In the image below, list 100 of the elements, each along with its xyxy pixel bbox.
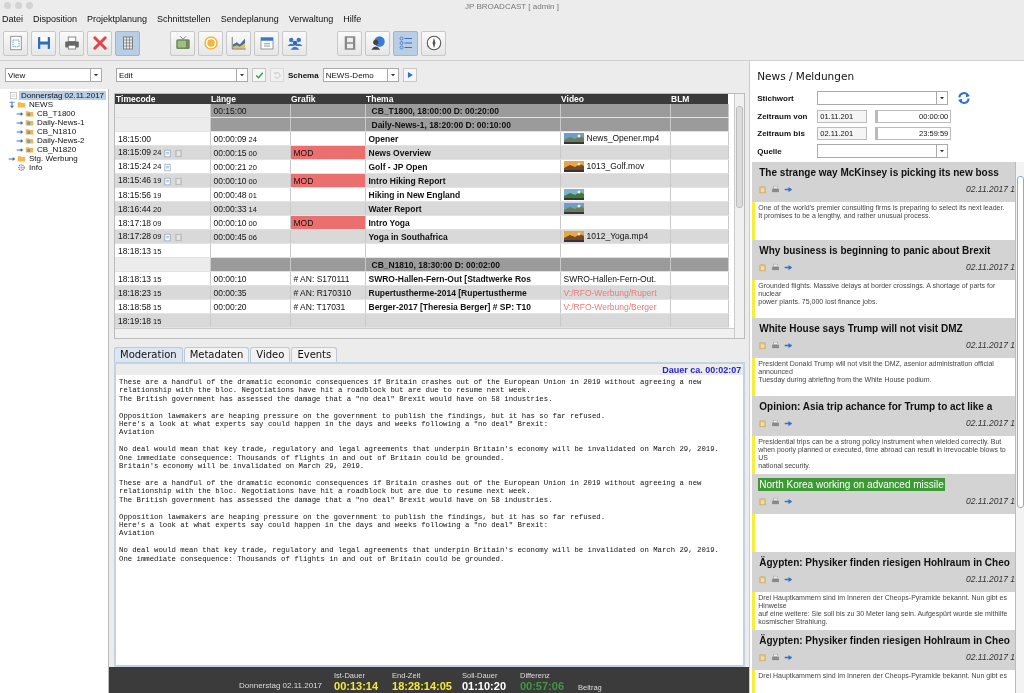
timecode: 18:18:58 [118, 301, 152, 312]
filter-dropdown[interactable] [817, 91, 949, 105]
column-header[interactable]: BLM [670, 94, 728, 104]
tree-item[interactable]: Stg. Werbung [27, 154, 80, 163]
menu-item[interactable]: Schnittstellen [156, 14, 212, 24]
toolbar-button[interactable] [393, 30, 418, 56]
tree-item[interactable]: Daily-News-2 [35, 136, 87, 145]
table-cell: Hiking in New England [365, 187, 560, 202]
clipboard-icon[interactable] [758, 262, 768, 272]
film-strip-icon[interactable] [174, 176, 184, 186]
tree-item[interactable]: CB_T1800 [35, 109, 78, 118]
timecode: 18:18:13 [118, 245, 152, 256]
column-header[interactable]: Grafik [290, 94, 365, 104]
edit-dropdown[interactable]: Edit [116, 68, 248, 82]
column-header[interactable]: Timecode [115, 94, 210, 104]
horizontal-scrollbar[interactable] [115, 328, 735, 338]
printer-icon[interactable] [771, 574, 781, 584]
news-header[interactable]: North Korea working on advanced missile 02.11.2017 1 [752, 474, 1015, 514]
printer-icon[interactable] [771, 418, 781, 428]
vertical-scrollbar[interactable] [1015, 162, 1024, 693]
caret-icon [938, 94, 947, 102]
document-folder-icon [25, 136, 34, 145]
document-icon[interactable] [163, 232, 173, 242]
folder-icon [17, 154, 26, 163]
news-header[interactable]: White House says Trump will not visit DMZ 02.11.2017 1 [752, 318, 1015, 358]
tree-item[interactable]: CB_N1810 [35, 127, 79, 136]
column-header[interactable]: Thema [365, 94, 560, 104]
timecode: 18:15:09 [118, 147, 152, 158]
printer-icon[interactable] [771, 652, 781, 662]
tab[interactable]: Video [250, 347, 291, 362]
tab[interactable]: Events [291, 347, 338, 362]
toolbar-button[interactable] [365, 30, 390, 56]
news-title[interactable]: Opinion: Asia trip achance for Trump to act like a [758, 400, 994, 413]
toolbar-button[interactable] [226, 30, 251, 56]
tree-item[interactable]: Daily-News-1 [35, 118, 87, 127]
toolbar-button[interactable] [282, 30, 307, 56]
tv-icon [173, 34, 192, 52]
window-title: JP BROADCAST [ admin ] [465, 1, 559, 11]
film-strip-icon[interactable] [174, 232, 184, 242]
vertical-scrollbar[interactable] [734, 94, 745, 338]
toolbar-button[interactable] [421, 30, 446, 56]
printer-icon[interactable] [771, 340, 781, 350]
duration: 00:00:33 [213, 203, 247, 214]
timecode: 18:18:13 [118, 273, 152, 284]
menu-item[interactable]: Datei [1, 14, 24, 24]
news-header[interactable]: Why business is beginning to panic about Brexit 02.11.2017 1 [752, 240, 1015, 280]
news-title[interactable]: Ägypten: Physiker finden riesigen Hohlraum in Cheo [758, 634, 1011, 647]
toolbar-button[interactable] [59, 30, 84, 56]
filter-dropdown[interactable] [817, 144, 949, 158]
menu-item[interactable]: Verwaltung [287, 14, 335, 24]
table-cell: Intro Yoga [365, 215, 560, 230]
group-row[interactable]: 00:15:00 CB_T1800, 18:00:00 D: 00:20:00 [115, 104, 728, 118]
printer-icon[interactable] [771, 262, 781, 272]
news-header[interactable]: Ägypten: Physiker finden riesigen Hohlraum in Cheo 02.11.2017 1 [752, 552, 1015, 592]
tab[interactable]: Metadaten [183, 347, 250, 362]
view-dropdown[interactable]: View [5, 68, 102, 82]
clipboard-icon[interactable] [758, 184, 768, 194]
printer-icon[interactable] [771, 496, 781, 506]
toolbar-button[interactable] [87, 30, 112, 56]
printer-icon[interactable] [771, 184, 781, 194]
clipboard-icon[interactable] [758, 496, 768, 506]
field-label: Zeitraum bis [757, 129, 806, 138]
tab[interactable]: Moderation [114, 347, 183, 362]
news-header[interactable]: Opinion: Asia trip achance for Trump to act like a 02.11.2017 1 [752, 396, 1015, 436]
menu-item[interactable]: Projektplanung [86, 14, 149, 24]
tree-item[interactable]: NEWS [27, 100, 55, 109]
film-strip-icon[interactable] [174, 148, 184, 158]
menu-item[interactable]: Disposition [32, 14, 79, 24]
collapse-arrow-icon[interactable] [8, 100, 16, 109]
tree-item[interactable]: CB_N1820 [35, 145, 79, 154]
document-icon[interactable] [163, 176, 173, 186]
clipboard-icon[interactable] [758, 418, 768, 428]
column-header[interactable]: Länge [210, 94, 290, 104]
play-button[interactable] [402, 68, 417, 82]
redo-icon [271, 69, 283, 81]
news-title[interactable]: Ägypten: Physiker finden riesigen Hohlraum in Cheo [758, 556, 1011, 569]
news-title[interactable]: White House says Trump will not visit DMZ [758, 322, 964, 335]
list-icon [396, 34, 415, 52]
document-icon[interactable] [163, 162, 173, 172]
menu-item[interactable]: Sendeplanung [219, 14, 280, 24]
news-date: 02.11.2017 1 [966, 418, 1015, 428]
document-icon[interactable] [163, 148, 173, 158]
news-title[interactable]: North Korea working on advanced missile [758, 478, 945, 491]
schema-dropdown[interactable]: NEWS-Demo [322, 68, 399, 82]
toolbar-button[interactable] [31, 30, 56, 56]
news-header[interactable]: The strange way McKinsey is picking its new boss 02.11.2017 1 [752, 162, 1015, 202]
clipboard-icon[interactable] [758, 574, 768, 584]
tree-item[interactable]: Info [27, 163, 45, 172]
toolbar-button[interactable] [254, 30, 279, 56]
news-title[interactable]: Why business is beginning to panic about Brexit [758, 244, 992, 257]
clipboard-icon[interactable] [758, 340, 768, 350]
confirm-button[interactable] [252, 68, 266, 82]
tree-item[interactable]: Donnerstag 02.11.2017 [19, 91, 107, 100]
news-title[interactable]: The strange way McKinsey is picking its new boss [758, 166, 1000, 179]
timecode: 18:16:44 [118, 203, 152, 214]
menu-item[interactable]: Hilfe [342, 14, 363, 24]
clipboard-icon[interactable] [758, 652, 768, 662]
document-folder-icon [25, 118, 34, 127]
column-header[interactable]: Video [560, 94, 670, 104]
news-header[interactable]: Ägypten: Physiker finden riesigen Hohlraum in Cheo 02.11.2017 1 [752, 630, 1015, 670]
